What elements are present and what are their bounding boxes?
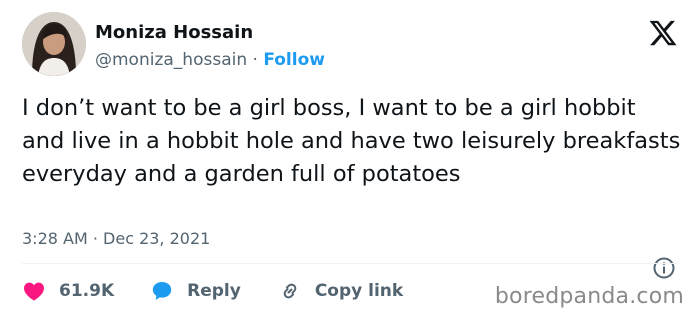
copy-link-button[interactable]: Copy link — [278, 279, 403, 303]
like-button[interactable]: 61.9K — [22, 279, 114, 303]
tweet-timestamp[interactable]: 3:28 AM · Dec 23, 2021 — [22, 229, 210, 248]
reply-bubble-icon — [152, 282, 172, 300]
x-logo-icon[interactable] — [648, 18, 678, 48]
like-count: 61.9K — [59, 281, 115, 301]
watermark: boredpanda.com — [494, 284, 684, 309]
info-icon[interactable] — [652, 256, 676, 280]
action-bar: 61.9K Reply Copy link — [22, 279, 403, 303]
author-handle[interactable]: @moniza_hossain — [95, 50, 247, 70]
avatar[interactable] — [22, 12, 86, 76]
handle-separator: · — [252, 50, 258, 70]
author-handle-row: @moniza_hossain · Follow — [95, 50, 325, 70]
author-name[interactable]: Moniza Hossain — [95, 22, 253, 43]
reply-label: Reply — [187, 281, 241, 301]
tweet-text: I don’t want to be a girl boss, I want t… — [22, 95, 681, 187]
heart-icon — [24, 282, 44, 301]
divider — [22, 263, 678, 264]
follow-button[interactable]: Follow — [263, 50, 325, 70]
link-icon — [283, 283, 297, 299]
copy-link-label: Copy link — [314, 281, 404, 301]
avatar-photo — [22, 12, 86, 76]
reply-button[interactable]: Reply — [150, 279, 241, 303]
